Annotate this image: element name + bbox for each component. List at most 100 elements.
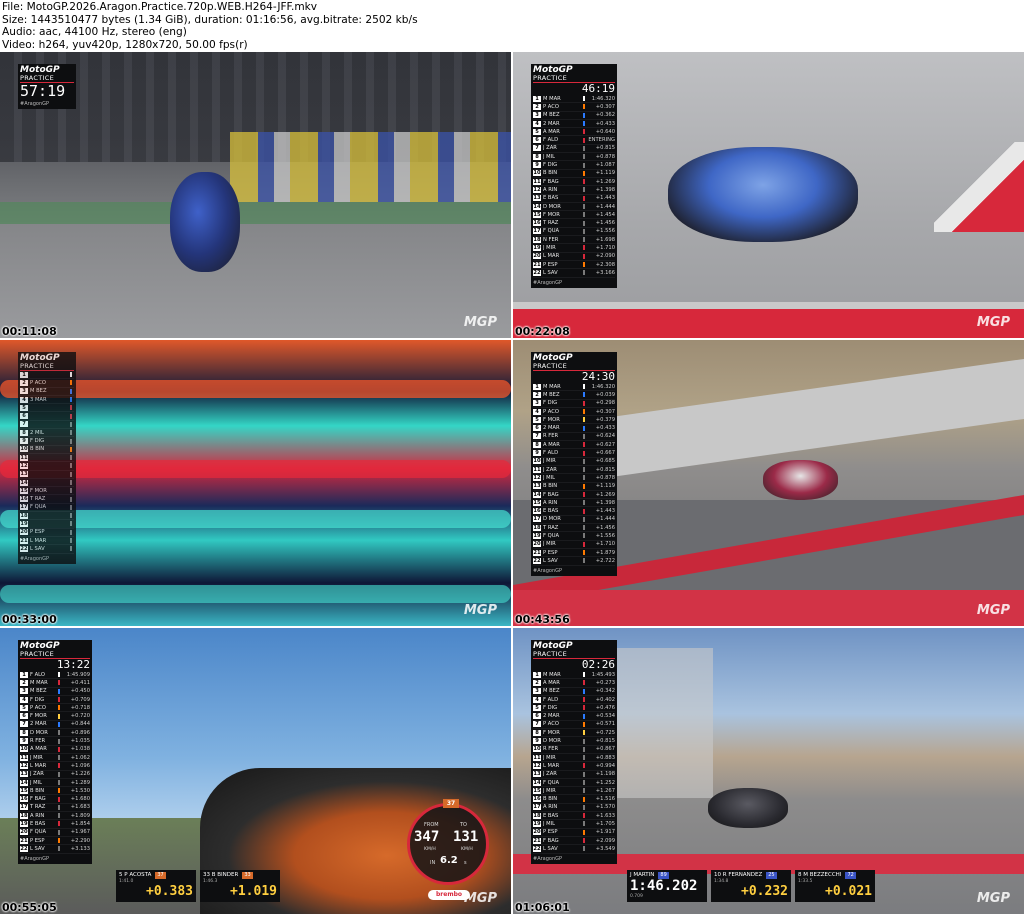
- motion-streak: [0, 510, 511, 528]
- row-position: 2: [20, 679, 28, 686]
- row-gap: 1:46.320: [591, 95, 615, 102]
- row-gap: +0.718: [70, 704, 90, 711]
- thumbnail-4[interactable]: MotoGP PRACTICE 24:30 1M MAR 1:46.320 2 M B…: [513, 340, 1024, 626]
- row-gap: +3.133: [70, 845, 90, 852]
- row-position: 5: [533, 704, 541, 711]
- row-rider-name: F DIG: [543, 400, 558, 407]
- to-speed: 131: [453, 829, 479, 845]
- row-position: 12: [533, 762, 541, 769]
- to-unit: KM/H: [461, 847, 473, 852]
- team-color-bar: [583, 755, 585, 761]
- row-rider-name: L SAV: [543, 845, 558, 852]
- rider-card-gap: +0.232: [741, 884, 788, 899]
- row-rider-name: D MOR: [543, 203, 561, 210]
- row-position: 2: [533, 103, 541, 110]
- file-size: Size: 1443510477 bytes (1.34 GiB), durat…: [2, 13, 418, 26]
- row-position: 5: [533, 416, 541, 423]
- row-rider-name: 2 MAR: [543, 120, 560, 127]
- team-color-bar: [583, 813, 585, 819]
- row-position: 18: [533, 236, 541, 243]
- team-color-bar: [583, 516, 585, 522]
- row-rider-name: P ACO: [543, 721, 559, 728]
- motogp-watermark: MGP: [463, 315, 497, 330]
- team-color-bar: [70, 463, 72, 469]
- team-color-bar: [70, 471, 72, 477]
- rider-card-name: 5 P ACOSTA: [119, 872, 152, 878]
- leaderboard-row: 17 F QUA: [20, 504, 74, 513]
- rider-card-number: 25: [766, 872, 777, 879]
- row-rider-name: J ZAR: [543, 771, 557, 778]
- team-color-bar: [58, 846, 60, 852]
- row-gap: +0.878: [595, 474, 615, 481]
- team-color-bar: [583, 525, 585, 531]
- leaderboard-row: 22 L SAV: [20, 545, 74, 554]
- row-position: 11: [533, 754, 541, 761]
- thumbnail-1[interactable]: MotoGP PRACTICE 57:19 #AragonGP MGP 00:1…: [0, 52, 511, 338]
- team-color-bar: [583, 705, 585, 711]
- row-rider-name: F QUA: [30, 829, 47, 836]
- hashtag: #AragonGP: [533, 567, 563, 574]
- thumbnail-5[interactable]: MotoGP PRACTICE 13:22 1F ALO 1:45.909 2 M M…: [0, 628, 511, 914]
- row-gap: +0.896: [70, 729, 90, 736]
- team-color-bar: [70, 504, 72, 510]
- row-rider-name: F QUA: [543, 533, 560, 539]
- row-position: 3: [533, 400, 541, 407]
- row-rider-name: 3 MAR: [30, 396, 47, 403]
- team-color-bar: [583, 492, 585, 497]
- motion-streak: [0, 585, 511, 603]
- row-position: 10: [533, 458, 541, 465]
- leaderboard-rows: 1F ALO 1:45.909 2 M MAR +0.411 3 M BEZ +0.450 4 F…: [20, 671, 90, 854]
- rider-card-number: 37: [155, 872, 166, 879]
- rider-card-gap: +1.019: [230, 884, 277, 899]
- team-color-bar: [70, 529, 72, 535]
- row-gap: +1.267: [595, 787, 615, 794]
- team-color-bar: [583, 500, 585, 506]
- row-position: 7: [20, 721, 28, 728]
- row-gap: +1.398: [595, 186, 615, 193]
- row-gap: 1:45.493: [591, 671, 615, 678]
- row-position: 7: [20, 421, 28, 428]
- team-color-bar: [583, 129, 585, 135]
- row-rider-name: 2 MIL: [30, 429, 44, 436]
- team-color-bar: [583, 846, 585, 852]
- row-position: 10: [533, 746, 541, 753]
- row-rider-name: P ESP: [30, 837, 45, 844]
- row-position: 8: [533, 729, 541, 736]
- row-gap: +1.680: [70, 796, 90, 803]
- leaderboard-row: 18: [20, 512, 74, 521]
- row-gap: +0.815: [595, 466, 615, 473]
- row-rider-name: A RIN: [30, 812, 45, 819]
- row-position: 20: [20, 829, 28, 836]
- row-gap: +0.815: [595, 738, 615, 745]
- row-rider-name: J MIR: [543, 245, 556, 251]
- team-color-bar: [583, 672, 585, 678]
- leaderboard-panel: MotoGP PRACTICE 57:19 #AragonGP: [18, 64, 76, 109]
- timestamp: 00:43:56: [515, 613, 570, 626]
- team-color-bar: [583, 417, 585, 423]
- team-color-bar: [58, 771, 60, 777]
- row-rider-name: A MAR: [543, 441, 560, 448]
- row-position: 17: [533, 516, 541, 523]
- team-color-bar: [58, 763, 60, 769]
- row-gap: +1.633: [595, 812, 615, 819]
- motogp-watermark: MGP: [463, 891, 497, 906]
- team-color-bar: [70, 488, 72, 494]
- team-color-bar: [58, 821, 60, 827]
- row-gap: +0.433: [595, 425, 615, 432]
- row-position: 15: [20, 787, 28, 794]
- row-position: 5: [533, 128, 541, 135]
- team-color-bar: [583, 508, 585, 514]
- row-rider-name: F QUA: [30, 504, 47, 511]
- thumbnail-6[interactable]: MotoGP PRACTICE 02:26 1M MAR 1:45.493 2 A M…: [513, 628, 1024, 914]
- row-rider-name: P ESP: [543, 549, 558, 556]
- hashtag: #AragonGP: [533, 279, 563, 286]
- team-color-bar: [583, 541, 585, 547]
- row-rider-name: A MAR: [543, 679, 560, 686]
- row-gap: +0.720: [70, 713, 90, 720]
- row-position: 14: [533, 203, 541, 210]
- thumbnail-3[interactable]: MotoGP PRACTICE 12P ACO 3 M BEZ 4 3 MAR 5 6 7 8 2…: [0, 340, 511, 626]
- thumbnail-2[interactable]: MotoGP PRACTICE 46:19 1M MAR 1:46.320 2 P A…: [513, 52, 1024, 338]
- team-color-bar: [583, 829, 585, 835]
- row-rider-name: M BEZ: [30, 388, 47, 395]
- rider-card-gap: +0.383: [146, 884, 193, 899]
